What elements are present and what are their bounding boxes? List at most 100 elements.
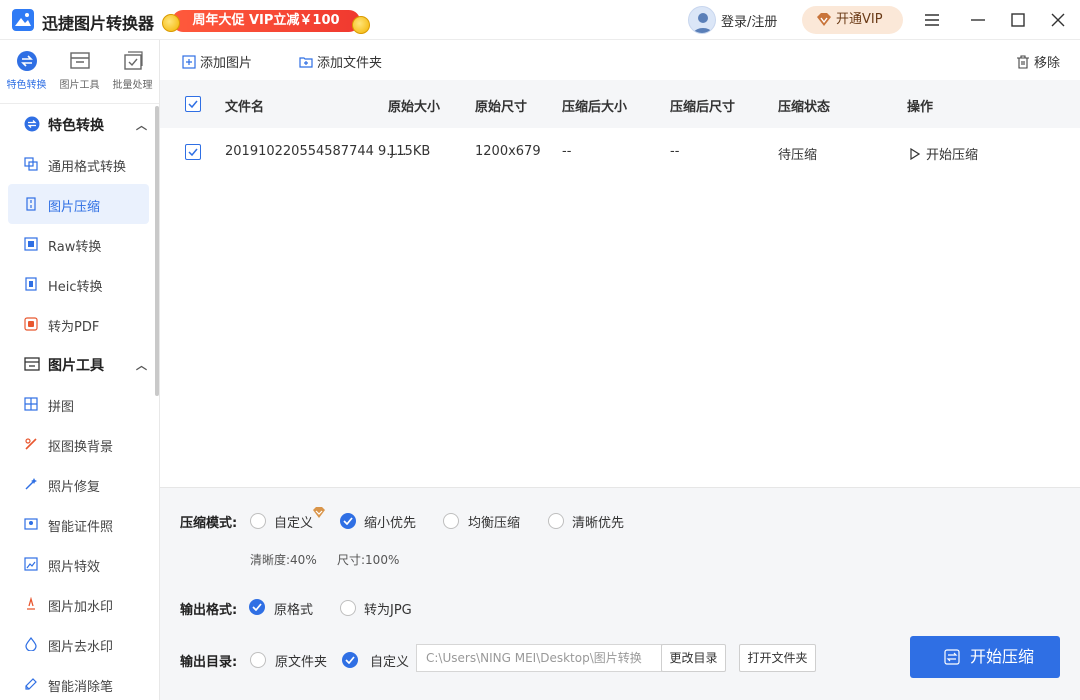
- row-checkbox[interactable]: [185, 144, 201, 160]
- sidebar-item-id-photo[interactable]: 智能证件照: [8, 504, 149, 544]
- mode-size-first-radio[interactable]: [340, 513, 356, 529]
- sidebar-item-remove-watermark[interactable]: 图片去水印: [8, 624, 149, 664]
- trash-icon: [1017, 55, 1029, 69]
- effects-icon: [24, 557, 38, 571]
- start-compress-button[interactable]: 开始压缩: [910, 636, 1060, 678]
- sidebar-item-photo-effects[interactable]: 照片特效: [8, 544, 149, 584]
- row-start-compress-button[interactable]: 开始压缩: [910, 144, 978, 163]
- sidebar-item-smart-eraser[interactable]: 智能消除笔: [8, 664, 149, 700]
- swap-icon: [24, 116, 40, 132]
- format-original-label[interactable]: 原格式: [274, 599, 313, 618]
- output-dir-label: 输出目录:: [180, 655, 238, 670]
- swap-icon: [944, 649, 960, 665]
- collage-icon: [24, 397, 38, 411]
- cell-compressed-size: --: [562, 144, 572, 159]
- table-row[interactable]: 201910220554587744 9.j... 115KB 1200x679…: [160, 128, 1080, 176]
- cell-original-size: 115KB: [388, 144, 431, 159]
- sidebar-item-photo-repair[interactable]: 照片修复: [8, 464, 149, 504]
- play-icon: [910, 148, 920, 160]
- chevron-up-icon: ︿: [136, 359, 147, 372]
- sidebar-scrollbar[interactable]: [155, 106, 159, 396]
- close-icon[interactable]: [1048, 10, 1068, 30]
- add-folder-button[interactable]: 添加文件夹: [299, 52, 382, 71]
- eraser-icon: [25, 678, 37, 690]
- image-tool-icon: [24, 357, 40, 371]
- vip-badge-icon: [313, 507, 325, 518]
- format-jpg-label[interactable]: 转为JPG: [364, 599, 412, 618]
- compress-mode-label: 压缩模式:: [180, 516, 238, 531]
- mode-custom-label[interactable]: 自定义: [274, 512, 313, 531]
- sidebar-item-to-pdf[interactable]: 转为PDF: [8, 304, 149, 344]
- raw-icon: [24, 237, 38, 251]
- output-path-input[interactable]: C:\Users\NING MEI\Desktop\图片转换: [416, 644, 662, 672]
- watermark-icon: [27, 597, 35, 610]
- tab-feature-convert[interactable]: 特色转换: [0, 50, 53, 91]
- group-feature-convert[interactable]: 特色转换 ︿: [0, 104, 155, 144]
- format-jpg-radio[interactable]: [340, 600, 356, 616]
- sidebar-item-raw-convert[interactable]: Raw转换: [8, 224, 149, 264]
- sidebar-tabs: 特色转换 图片工具 批量处理: [0, 40, 159, 104]
- sidebar-item-image-compress[interactable]: 图片压缩: [8, 184, 149, 224]
- coin-icon: [162, 14, 180, 32]
- header-compressed-size: 压缩后大小: [562, 100, 628, 115]
- convert-icon: [24, 157, 38, 171]
- tab-image-tools[interactable]: 图片工具: [53, 50, 106, 91]
- open-folder-button[interactable]: 打开文件夹: [739, 644, 816, 672]
- sidebar: 特色转换 图片工具 批量处理 特色转换 ︿ 通用格式转换 图片压缩 Raw转换 …: [0, 40, 160, 700]
- dir-custom-radio[interactable]: [342, 652, 358, 668]
- select-all-checkbox[interactable]: [185, 96, 201, 112]
- tab-batch[interactable]: 批量处理: [106, 50, 159, 91]
- cell-compressed-dimensions: --: [670, 144, 680, 159]
- dir-original-label[interactable]: 原文件夹: [275, 651, 327, 670]
- header-status: 压缩状态: [778, 100, 831, 115]
- chevron-up-icon: ︿: [136, 119, 147, 132]
- sidebar-item-heic-convert[interactable]: Heic转换: [8, 264, 149, 304]
- cell-original-dimensions: 1200x679: [475, 144, 541, 159]
- dir-custom-label[interactable]: 自定义: [370, 651, 409, 670]
- format-original-radio[interactable]: [249, 599, 265, 615]
- mode-balanced-label[interactable]: 均衡压缩: [468, 512, 520, 531]
- vip-button[interactable]: 开通VIP: [802, 6, 903, 34]
- vip-label: 开通VIP: [836, 12, 883, 27]
- id-photo-icon: [24, 518, 38, 530]
- vip-gem-icon: [817, 13, 831, 26]
- login-link[interactable]: 登录/注册: [721, 11, 777, 30]
- minimize-icon[interactable]: [968, 10, 988, 30]
- promo-banner[interactable]: 周年大促 VIP立减￥100: [162, 8, 370, 34]
- group-image-tools[interactable]: 图片工具 ︿: [0, 344, 155, 384]
- dir-original-radio[interactable]: [250, 652, 266, 668]
- clarity-value: 清晰度:40%: [250, 553, 317, 567]
- coin-icon: [352, 16, 370, 34]
- header-action: 操作: [907, 100, 934, 115]
- droplet-icon: [25, 637, 37, 651]
- promo-text: 周年大促 VIP立减￥100: [172, 10, 360, 32]
- menu-icon[interactable]: [922, 10, 942, 30]
- cell-status: 待压缩: [778, 148, 818, 163]
- sidebar-item-format-convert[interactable]: 通用格式转换: [8, 144, 149, 184]
- remove-button[interactable]: 移除: [1016, 52, 1060, 71]
- mode-clarity-first-label[interactable]: 清晰优先: [572, 512, 624, 531]
- cell-filename: 201910220554587744 9.j...: [225, 144, 407, 159]
- add-image-button[interactable]: 添加图片: [182, 52, 252, 71]
- maximize-icon[interactable]: [1008, 10, 1028, 30]
- mode-size-first-label[interactable]: 缩小优先: [364, 512, 416, 531]
- mode-clarity-first-radio[interactable]: [548, 513, 564, 529]
- sidebar-item-collage[interactable]: 拼图: [8, 384, 149, 424]
- output-format-label: 输出格式:: [180, 603, 238, 618]
- file-table-header: 文件名 原始大小 原始尺寸 压缩后大小 压缩后尺寸 压缩状态 操作: [160, 80, 1080, 128]
- header-compressed-dimensions: 压缩后尺寸: [670, 100, 736, 115]
- mode-balanced-radio[interactable]: [443, 513, 459, 529]
- settings-panel: 压缩模式: 自定义 缩小优先 均衡压缩 清晰优先 清晰度:40% 尺寸:100%…: [160, 487, 1080, 700]
- batch-icon: [123, 51, 143, 70]
- mode-custom-radio[interactable]: [250, 513, 266, 529]
- add-folder-icon: [299, 57, 313, 68]
- app-title: 迅捷图片转换器: [42, 14, 155, 33]
- sidebar-item-cutout[interactable]: 抠图换背景: [8, 424, 149, 464]
- app-logo-icon: [12, 9, 34, 31]
- title-bar: 迅捷图片转换器 周年大促 VIP立减￥100 登录/注册 开通VIP: [0, 0, 1080, 40]
- change-dir-button[interactable]: 更改目录: [661, 644, 726, 672]
- sidebar-item-add-watermark[interactable]: 图片加水印: [8, 584, 149, 624]
- avatar[interactable]: [688, 6, 716, 34]
- compress-icon: [26, 197, 36, 211]
- header-filename: 文件名: [225, 100, 265, 115]
